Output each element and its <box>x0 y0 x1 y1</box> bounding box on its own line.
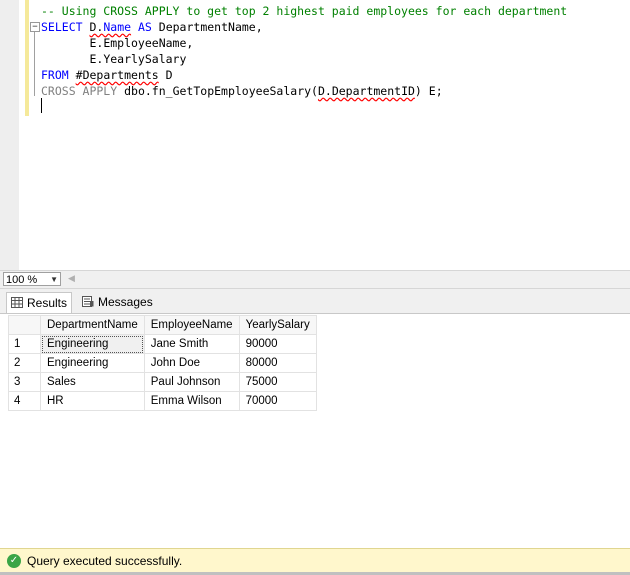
grid-cell[interactable]: Sales <box>40 372 145 392</box>
alias-departmentname: DepartmentName, <box>158 20 263 34</box>
column-header[interactable]: YearlySalary <box>238 315 317 335</box>
chevron-down-icon[interactable]: ▼ <box>50 273 58 287</box>
grid-cell[interactable]: Engineering <box>40 353 145 373</box>
table-row[interactable]: 1 Engineering Jane Smith 90000 <box>8 334 317 354</box>
zoom-value: 100 % <box>6 274 38 286</box>
grid-cell[interactable]: Emma Wilson <box>143 391 240 411</box>
row-number[interactable]: 1 <box>8 334 41 354</box>
code-line-4: E.YearlySalary <box>41 51 186 67</box>
status-message: Query executed successfully. <box>27 554 183 568</box>
grid-icon <box>11 297 23 308</box>
function-call: dbo.fn_GetTopEmployeeSalary( <box>124 84 318 98</box>
check-icon: ✓ <box>7 554 21 568</box>
grid-cell[interactable]: HR <box>40 391 145 411</box>
row-number[interactable]: 2 <box>8 353 41 373</box>
d-departmentid-ref: D.DepartmentID <box>317 84 415 98</box>
grid-cell[interactable]: 75000 <box>238 372 317 392</box>
status-bar: ✓ Query executed successfully. <box>0 548 630 573</box>
table-departments: #Departments <box>75 68 159 82</box>
editor-gutter <box>0 0 19 270</box>
alias-d: D <box>165 68 173 82</box>
code-line-1: -- Using CROSS APPLY to get top 2 highes… <box>41 3 567 19</box>
query-editor[interactable]: − -- Using CROSS APPLY to get top 2 high… <box>0 0 630 270</box>
tab-results-label: Results <box>27 296 68 310</box>
tab-messages[interactable]: Messages <box>78 292 154 313</box>
grid-cell[interactable]: 80000 <box>238 353 317 373</box>
d-prefix: D. <box>89 20 104 34</box>
code-line-5: FROM #Departments D <box>41 67 173 83</box>
code-line-3: E.EmployeeName, <box>41 35 193 51</box>
column-employeename: E.EmployeeName, <box>89 36 194 50</box>
collapse-icon[interactable]: − <box>30 22 40 32</box>
grid-cell[interactable]: Engineering <box>40 334 145 354</box>
column-yearlysalary: E.YearlySalary <box>89 52 187 66</box>
row-number[interactable]: 3 <box>8 372 41 392</box>
zoom-dropdown[interactable]: 100 % ▼ <box>3 272 61 286</box>
table-row[interactable]: 3 Sales Paul Johnson 75000 <box>8 372 317 392</box>
change-indicator-bar <box>25 0 29 116</box>
grid-cell[interactable]: Paul Johnson <box>143 372 240 392</box>
results-tabs: Results Messages <box>0 289 630 314</box>
column-header[interactable]: DepartmentName <box>40 315 145 335</box>
grid-cell[interactable]: Jane Smith <box>143 334 240 354</box>
comment-text: -- Using CROSS APPLY to get top 2 highes… <box>41 4 568 18</box>
messages-icon <box>82 296 94 307</box>
keyword-cross-apply: CROSS APPLY <box>41 84 118 98</box>
grid-cell[interactable]: 90000 <box>238 334 317 354</box>
grid-cell[interactable]: John Doe <box>143 353 240 373</box>
keyword-from: FROM <box>41 68 69 82</box>
column-header[interactable]: EmployeeName <box>143 315 240 335</box>
tab-messages-label: Messages <box>98 295 153 309</box>
d-name-ref: D.Name <box>89 20 131 34</box>
name-token: Name <box>103 20 132 34</box>
keyword-as: AS <box>137 20 152 34</box>
keyword-select: SELECT <box>41 20 83 34</box>
tab-results[interactable]: Results <box>6 292 72 313</box>
results-grid[interactable]: DepartmentName EmployeeName YearlySalary… <box>8 315 317 411</box>
zoom-bar: 100 % ▼ ◀ <box>0 270 630 289</box>
text-caret <box>41 98 42 113</box>
function-end: ) E; <box>414 84 443 98</box>
grid-cell[interactable]: 70000 <box>238 391 317 411</box>
table-row[interactable]: 2 Engineering John Doe 80000 <box>8 353 317 373</box>
table-row[interactable]: 4 HR Emma Wilson 70000 <box>8 391 317 411</box>
row-number[interactable]: 4 <box>8 391 41 411</box>
scroll-left-icon[interactable]: ◀ <box>68 273 75 284</box>
grid-corner[interactable] <box>8 315 41 335</box>
code-line-2: SELECT D.Name AS DepartmentName, <box>41 19 263 35</box>
grid-header-row: DepartmentName EmployeeName YearlySalary <box>8 315 317 335</box>
outline-line <box>34 32 35 96</box>
code-line-6: CROSS APPLY dbo.fn_GetTopEmployeeSalary(… <box>41 83 443 99</box>
